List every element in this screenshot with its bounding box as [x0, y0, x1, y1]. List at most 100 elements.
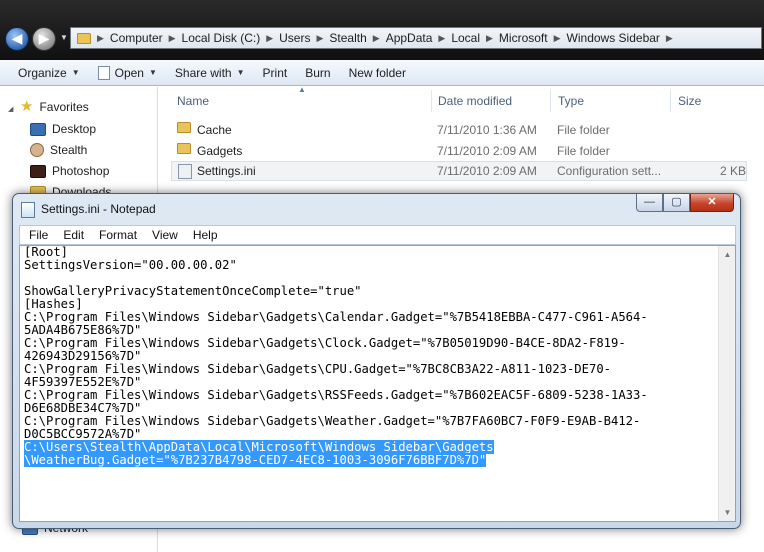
minimize-icon: —	[644, 196, 655, 208]
sidebar-item-label: Desktop	[52, 122, 97, 136]
folder-icon	[177, 122, 191, 133]
breadcrumb-item[interactable]: Local Disk (C:)	[182, 31, 261, 45]
minimize-button[interactable]: —	[636, 194, 663, 212]
favorites-label: Favorites	[39, 100, 89, 114]
open-label: Open	[114, 65, 144, 80]
organize-button[interactable]: Organize ▼	[18, 66, 80, 80]
share-with-label: Share with	[174, 65, 232, 80]
column-divider[interactable]	[431, 90, 432, 112]
file-type: File folder	[557, 144, 610, 158]
selected-text: C:\Users\Stealth\AppData\Local\Microsoft…	[24, 440, 494, 454]
file-row-settings-ini[interactable]: Settings.ini 7/11/2010 2:09 AM Configura…	[171, 161, 747, 181]
file-name: Settings.ini	[197, 164, 256, 178]
menu-format[interactable]: Format	[90, 228, 143, 242]
print-button[interactable]: Print	[263, 66, 288, 80]
sidebar-item-label: Stealth	[50, 143, 88, 157]
open-button[interactable]: Open ▼	[97, 65, 157, 80]
column-divider[interactable]	[550, 90, 551, 112]
column-header-size[interactable]: Size	[678, 94, 701, 108]
breadcrumb-separator-icon[interactable]: ▶	[666, 33, 673, 44]
history-dropdown-icon[interactable]: ▼	[60, 33, 68, 42]
breadcrumb-item[interactable]: AppData	[386, 31, 433, 45]
breadcrumb-item[interactable]: Local	[451, 31, 480, 45]
file-date: 7/11/2010 1:36 AM	[437, 123, 537, 137]
chevron-down-icon: ▼	[236, 68, 245, 77]
burn-button[interactable]: Burn	[305, 66, 330, 80]
user-folder-icon	[30, 143, 44, 157]
scroll-down-icon[interactable]: ▼	[719, 504, 736, 521]
file-type: Configuration sett...	[557, 164, 662, 178]
file-date: 7/11/2010 2:09 AM	[437, 164, 537, 178]
breadcrumb[interactable]: ▶ Computer ▶ Local Disk (C:) ▶ Users ▶ Stealth ▶…	[70, 27, 762, 49]
column-header-date[interactable]: Date modified	[438, 94, 512, 108]
text-area[interactable]: [Root] SettingsVersion="00.00.00.02" Show…	[19, 245, 736, 522]
breadcrumb-separator-icon[interactable]: ▶	[169, 33, 176, 44]
selected-text: \WeatherBug.Gadget="%7B237B4798-CED7-4EC…	[24, 453, 487, 467]
sidebar-item-photoshop[interactable]: Photoshop	[30, 164, 109, 178]
text-line: \WeatherBug.Gadget="%7B237B4798-CED7-4EC…	[24, 453, 714, 467]
breadcrumb-item[interactable]: Stealth	[329, 31, 366, 45]
menu-edit[interactable]: Edit	[54, 228, 90, 242]
maximize-button[interactable]: ▢	[663, 194, 690, 212]
sidebar-item-stealth[interactable]: Stealth	[30, 143, 87, 157]
window-controls: — ▢ ✕	[636, 194, 734, 212]
file-row-cache[interactable]: Cache 7/11/2010 1:36 AM File folder	[171, 120, 747, 140]
file-row-gadgets[interactable]: Gadgets 7/11/2010 2:09 AM File folder	[171, 141, 747, 161]
breadcrumb-item[interactable]: Computer	[110, 31, 163, 45]
notepad-window[interactable]: Settings.ini - Notepad — ▢ ✕ File Edit F…	[12, 193, 741, 529]
chevron-down-icon: ▼	[71, 68, 80, 77]
text-line: ShowGalleryPrivacyStatementOnceComplete=…	[24, 284, 362, 298]
new-folder-label: New folder	[348, 65, 406, 80]
column-header-type[interactable]: Type	[558, 94, 584, 108]
breadcrumb-separator-icon[interactable]: ▶	[438, 33, 445, 44]
column-divider[interactable]	[670, 90, 671, 112]
breadcrumb-separator-icon[interactable]: ▶	[97, 33, 104, 44]
vertical-scrollbar[interactable]: ▲ ▼	[718, 246, 735, 521]
menu-bar: File Edit Format View Help	[19, 225, 736, 245]
ini-file-icon	[178, 164, 192, 179]
breadcrumb-separator-icon[interactable]: ▶	[486, 33, 493, 44]
command-toolbar: Organize ▼ Open ▼ Share with ▼ Print Bur…	[0, 60, 764, 86]
breadcrumb-item[interactable]: Users	[279, 31, 310, 45]
address-bar-area: ◀ ▶ ▼ ▶ Computer ▶ Local Disk (C:) ▶ Users ▶ St…	[0, 0, 764, 60]
forward-button[interactable]: ▶	[32, 27, 56, 51]
breadcrumb-separator-icon[interactable]: ▶	[266, 33, 273, 44]
folder-icon	[77, 32, 91, 44]
breadcrumb-separator-icon[interactable]: ▶	[554, 33, 561, 44]
file-size: 2 KB	[720, 164, 747, 178]
file-name: Gadgets	[197, 144, 243, 158]
sidebar-item-desktop[interactable]: Desktop	[30, 122, 96, 136]
document-icon	[97, 65, 110, 80]
breadcrumb-item[interactable]: Microsoft	[499, 31, 548, 45]
notepad-icon[interactable]	[21, 202, 35, 218]
document-text[interactable]: [Root] SettingsVersion="00.00.00.02" Show…	[24, 246, 714, 467]
scroll-up-icon[interactable]: ▲	[719, 246, 736, 263]
sidebar-item-label: Photoshop	[52, 164, 110, 178]
breadcrumb-separator-icon[interactable]: ▶	[373, 33, 380, 44]
text-line: SettingsVersion="00.00.00.02"	[24, 258, 237, 272]
file-name: Cache	[197, 123, 232, 137]
folder-icon	[177, 143, 191, 154]
breadcrumb-separator-icon[interactable]: ▶	[316, 33, 323, 44]
column-label: Name	[177, 94, 210, 108]
menu-view[interactable]: View	[143, 228, 184, 242]
back-arrow-icon: ◀	[11, 30, 23, 46]
collapse-icon[interactable]: ◢	[8, 105, 13, 113]
close-button[interactable]: ✕	[690, 194, 734, 212]
sort-ascending-icon: ▲	[298, 85, 306, 94]
favorites-node[interactable]: ★ Favorites	[20, 99, 89, 114]
share-with-button[interactable]: Share with ▼	[175, 66, 245, 80]
chevron-down-icon: ▼	[148, 68, 157, 77]
forward-arrow-icon: ▶	[38, 30, 50, 46]
print-label: Print	[262, 65, 288, 80]
photoshop-icon	[30, 164, 46, 178]
maximize-icon: ▢	[671, 196, 682, 208]
menu-help[interactable]: Help	[184, 228, 224, 242]
file-type: File folder	[557, 123, 610, 137]
close-icon: ✕	[707, 196, 717, 208]
menu-file[interactable]: File	[20, 228, 54, 242]
back-button[interactable]: ◀	[5, 27, 29, 51]
new-folder-button[interactable]: New folder	[349, 66, 406, 80]
breadcrumb-item[interactable]: Windows Sidebar	[567, 31, 660, 45]
burn-label: Burn	[305, 65, 331, 80]
